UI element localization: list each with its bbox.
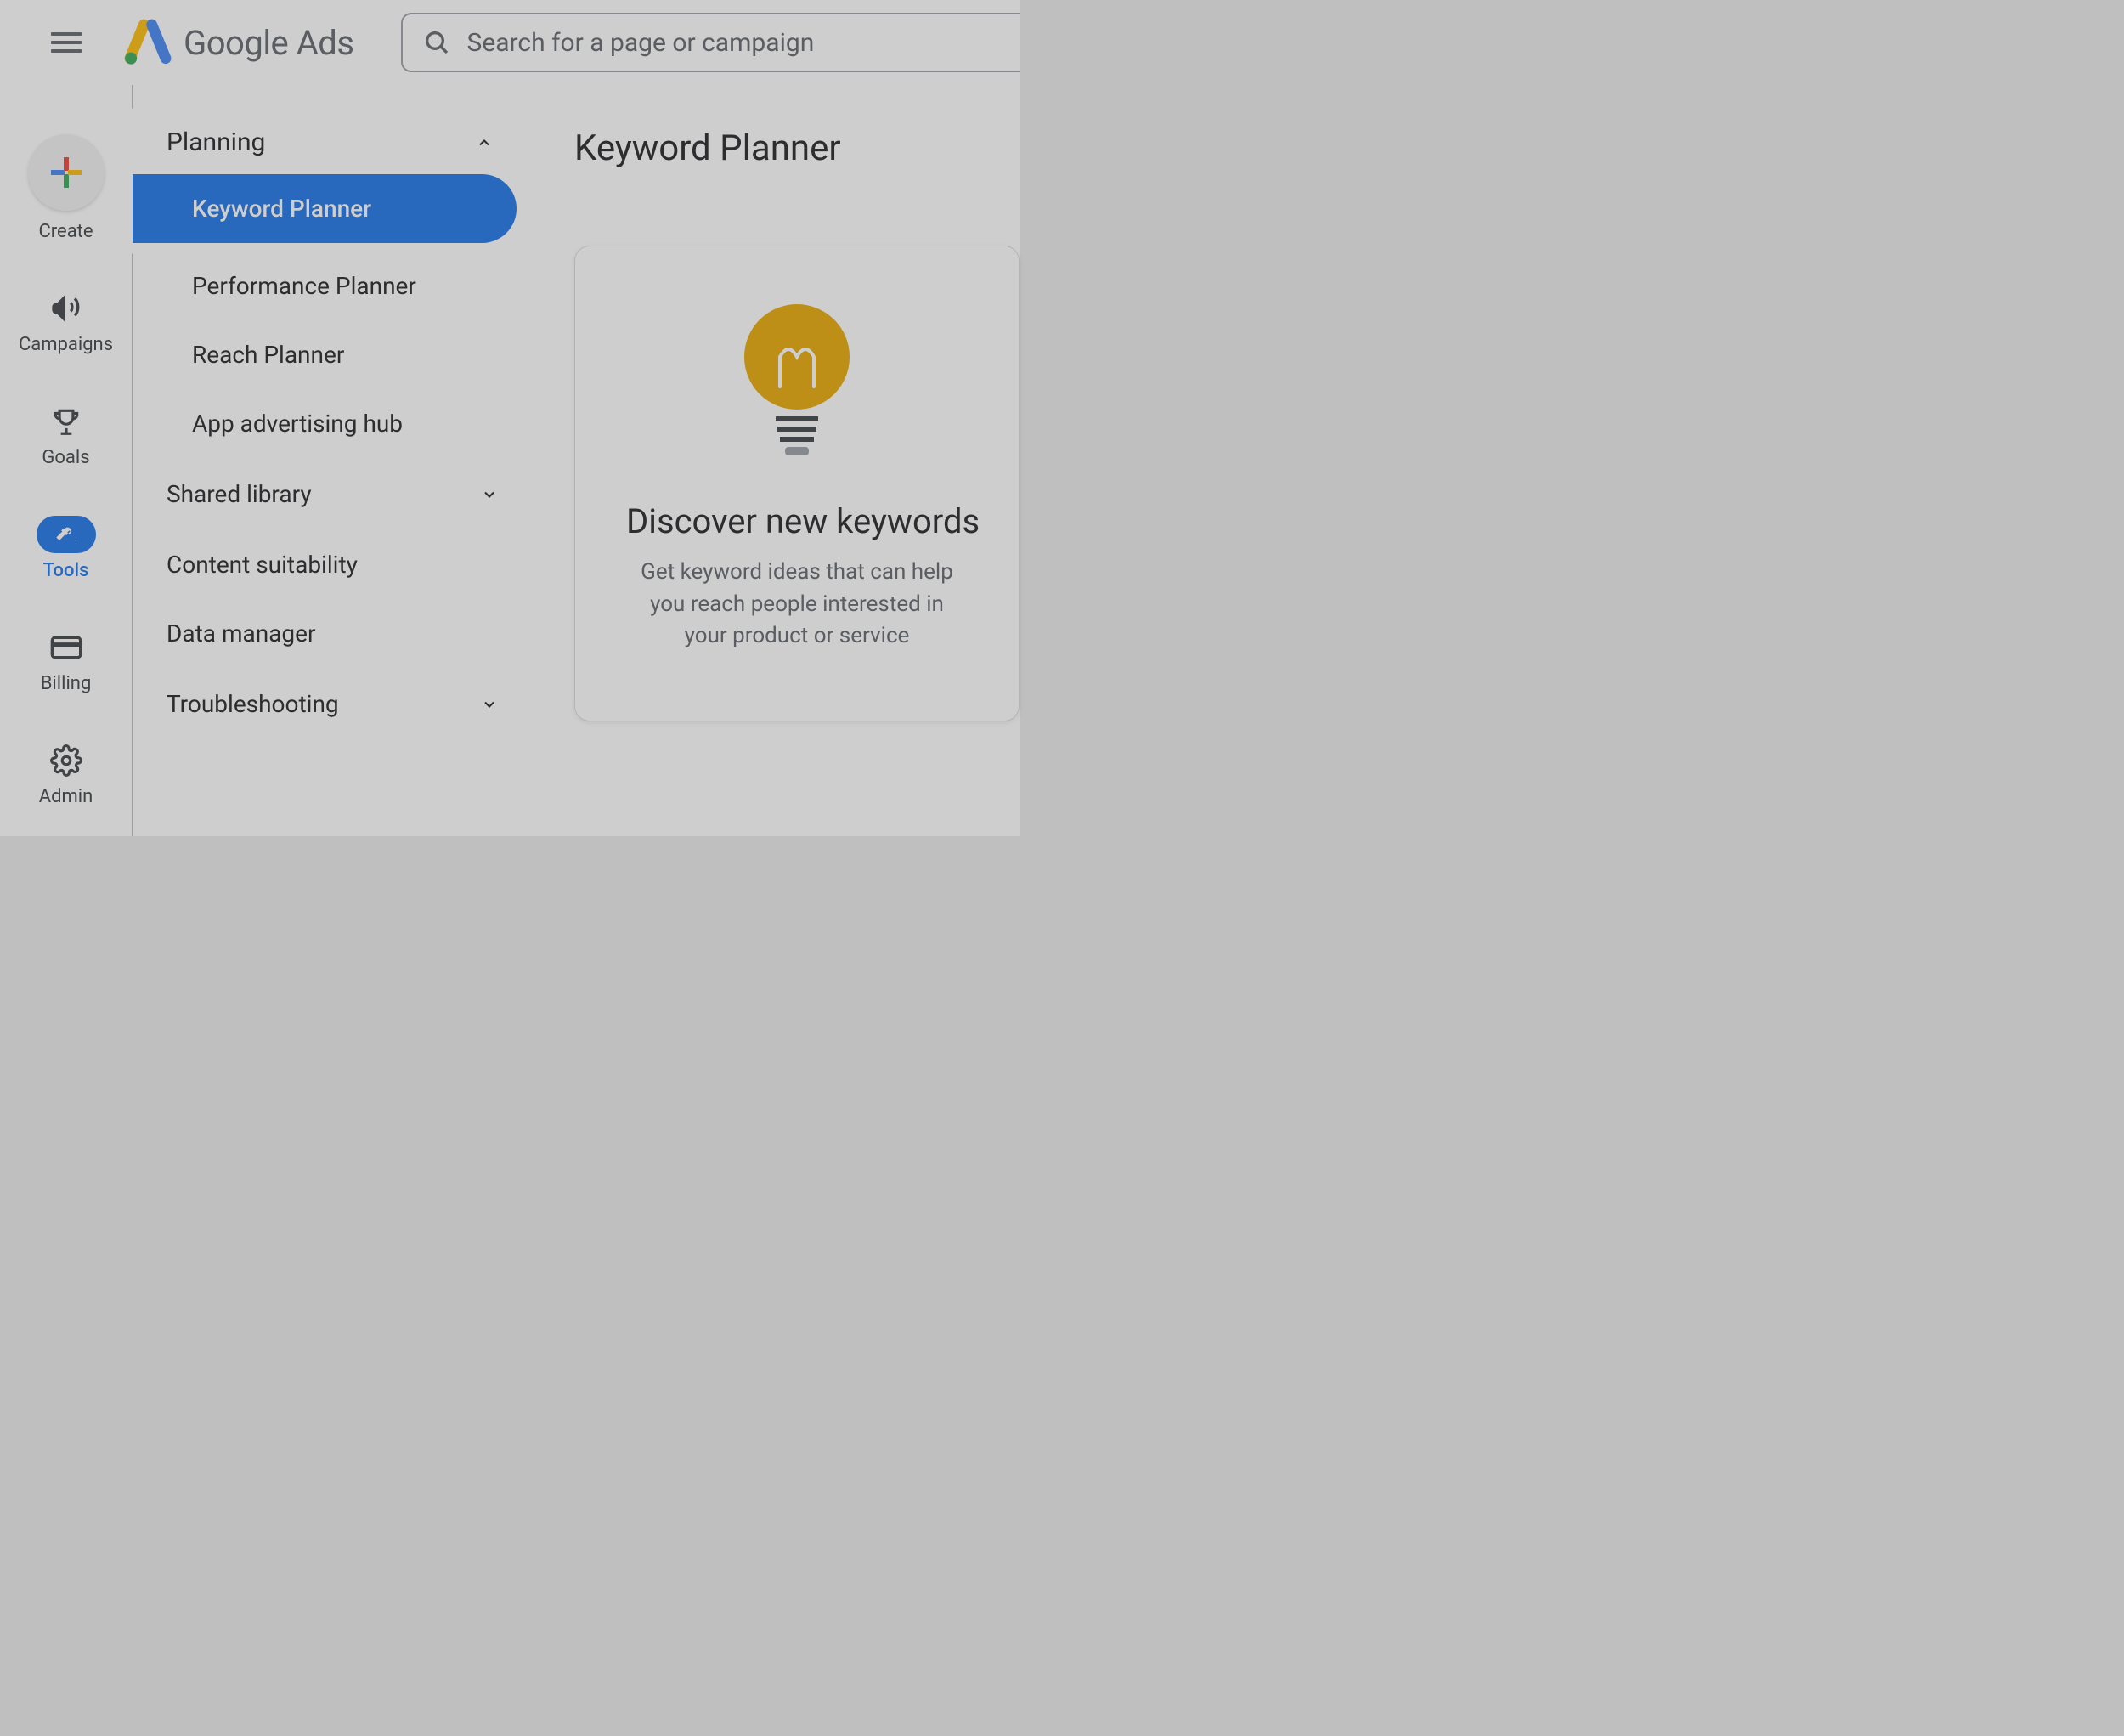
planning-group-highlighted: Planning Keyword Planner	[133, 110, 527, 252]
google-ads-logo-icon	[124, 19, 172, 66]
search-icon	[423, 29, 450, 56]
nav-section-shared-library[interactable]: Shared library	[133, 458, 532, 530]
chevron-down-icon	[481, 486, 498, 503]
tools-pill	[37, 516, 96, 553]
nav-item-app-advertising-hub[interactable]: App advertising hub	[133, 389, 532, 458]
rail-label-campaigns: Campaigns	[19, 334, 113, 355]
logo-text: Google Ads	[184, 23, 354, 63]
megaphone-icon	[48, 290, 85, 327]
rail-item-admin[interactable]: Admin	[20, 735, 113, 814]
nav-label-troubleshooting: Troubleshooting	[167, 690, 339, 718]
chevron-up-icon	[476, 134, 493, 151]
rail-label-tools: Tools	[43, 560, 89, 581]
main-content: Keyword Planner Discover new keywords Ge…	[532, 85, 1020, 836]
rail-item-campaigns[interactable]: Campaigns	[20, 283, 113, 362]
tools-nav-panel: Planning Keyword Planner Performance Pla…	[133, 85, 532, 836]
rail-item-billing[interactable]: Billing	[20, 622, 113, 701]
rail-label-create: Create	[38, 221, 93, 242]
nav-item-reach-planner[interactable]: Reach Planner	[133, 320, 532, 389]
nav-label-planning: Planning	[167, 127, 265, 157]
search-bar[interactable]	[401, 13, 1020, 72]
nav-section-planning[interactable]: Planning	[133, 110, 527, 174]
plus-icon	[49, 156, 83, 189]
lightbulb-icon	[737, 297, 856, 459]
google-ads-logo[interactable]: Google Ads	[124, 19, 354, 66]
left-rail: Create Campaigns Goals Tools	[0, 85, 133, 836]
hamburger-menu-icon[interactable]	[51, 27, 82, 58]
nav-item-data-manager[interactable]: Data manager	[133, 599, 532, 668]
nav-section-troubleshooting[interactable]: Troubleshooting	[133, 668, 532, 740]
create-button[interactable]	[28, 134, 105, 211]
gear-icon	[48, 742, 85, 779]
trophy-icon	[48, 403, 85, 440]
page-title: Keyword Planner	[574, 127, 1020, 169]
rail-label-admin: Admin	[39, 786, 93, 807]
card-description: Get keyword ideas that can help you reac…	[626, 557, 968, 653]
nav-label-shared-library: Shared library	[167, 480, 312, 508]
rail-item-tools[interactable]: Tools	[20, 509, 113, 588]
rail-item-goals[interactable]: Goals	[20, 396, 113, 475]
card-icon	[48, 629, 85, 666]
nav-item-content-suitability[interactable]: Content suitability	[133, 530, 532, 599]
nav-item-performance-planner[interactable]: Performance Planner	[133, 252, 532, 320]
app-header: Google Ads	[0, 0, 1020, 85]
search-input[interactable]	[467, 28, 1000, 58]
card-title: Discover new keywords	[626, 501, 968, 541]
chevron-down-icon	[481, 696, 498, 713]
discover-keywords-card[interactable]: Discover new keywords Get keyword ideas …	[574, 246, 1020, 721]
tools-icon	[54, 523, 78, 546]
rail-label-billing: Billing	[41, 673, 92, 694]
rail-label-goals: Goals	[42, 447, 89, 468]
nav-item-keyword-planner[interactable]: Keyword Planner	[133, 174, 517, 243]
rail-item-create[interactable]: Create	[20, 127, 113, 249]
